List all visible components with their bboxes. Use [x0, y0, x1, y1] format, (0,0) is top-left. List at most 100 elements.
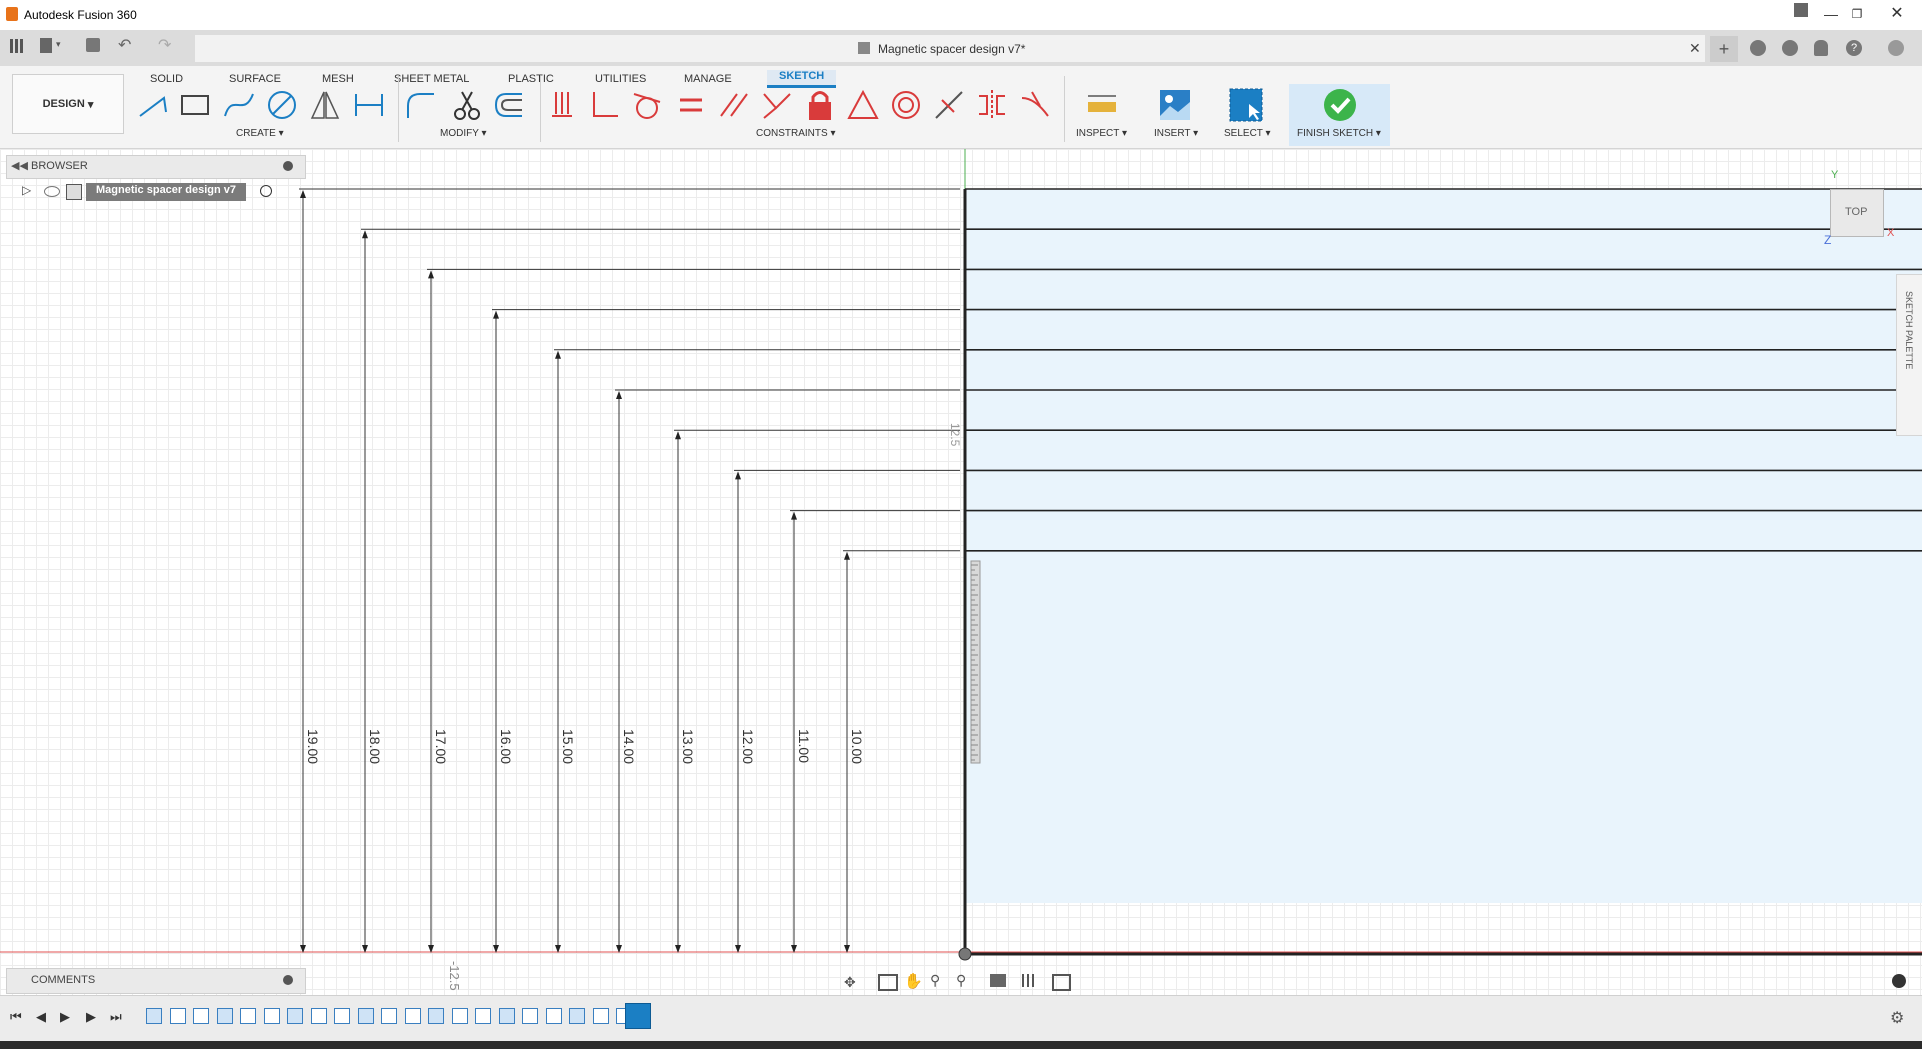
- coincident-icon[interactable]: [760, 88, 794, 122]
- timeline-feature-icon[interactable]: [193, 1008, 209, 1024]
- visibility-eye-icon[interactable]: [44, 186, 60, 197]
- tab-surface[interactable]: SURFACE: [229, 73, 281, 85]
- fillet-tool-icon[interactable]: [404, 88, 438, 122]
- tab-plastic[interactable]: PLASTIC: [508, 73, 554, 85]
- symmetry-icon[interactable]: [975, 88, 1009, 122]
- minimize-button[interactable]: —: [1820, 6, 1842, 22]
- trim-scissors-icon[interactable]: [450, 88, 484, 122]
- bottom-right-settings-icon[interactable]: [1892, 974, 1906, 988]
- measure-ruler-icon[interactable]: [1085, 88, 1119, 122]
- rectangle-tool-icon[interactable]: [178, 88, 212, 122]
- tangent-icon[interactable]: [630, 88, 664, 122]
- timeline-feature-icon[interactable]: [592, 1008, 609, 1024]
- timeline-feature-icon[interactable]: [522, 1008, 538, 1024]
- mirror-tool-icon[interactable]: [308, 88, 342, 122]
- browser-panel-header[interactable]: ◀◀ BROWSER: [6, 155, 306, 179]
- midpoint-icon[interactable]: [932, 88, 966, 122]
- parallel-icon[interactable]: [717, 88, 751, 122]
- timeline-feature-icon[interactable]: [146, 1008, 162, 1024]
- insert-image-icon[interactable]: [1158, 88, 1192, 122]
- grid-settings-icon[interactable]: [1022, 974, 1037, 987]
- timeline-feature-icon[interactable]: [240, 1008, 256, 1024]
- redo-icon[interactable]: ↷: [158, 35, 171, 55]
- inspect-group-label[interactable]: INSPECT ▾: [1076, 128, 1127, 139]
- sketch-canvas[interactable]: 19.00 18.00 17.00 16.00 15.00 14.00 13.00 12.00…: [0, 149, 1922, 995]
- help-icon[interactable]: ?: [1846, 40, 1862, 56]
- offset-tool-icon[interactable]: [492, 88, 526, 122]
- finish-sketch-button[interactable]: FINISH SKETCH ▾: [1289, 84, 1390, 146]
- extensions-icon[interactable]: [1750, 40, 1766, 56]
- account-icon[interactable]: [1794, 3, 1808, 17]
- tab-sketch[interactable]: SKETCH: [767, 70, 837, 88]
- save-icon[interactable]: [86, 38, 100, 52]
- zoom-icon[interactable]: ⚲: [930, 972, 940, 989]
- timeline-feature-icon[interactable]: [169, 1008, 186, 1024]
- line-tool-icon[interactable]: [136, 88, 170, 122]
- display-settings-icon[interactable]: [990, 974, 1006, 987]
- select-cursor-icon[interactable]: [1229, 88, 1263, 122]
- timeline-feature-icon[interactable]: [569, 1008, 585, 1024]
- timeline-feature-icon[interactable]: [287, 1008, 303, 1024]
- lock-icon[interactable]: [803, 88, 837, 122]
- settings-gear-icon[interactable]: ⚙: [1890, 1008, 1904, 1028]
- fit-icon[interactable]: ⚲: [956, 972, 966, 989]
- fix-constraint-icon[interactable]: [546, 88, 580, 122]
- sketch-geometry[interactable]: [0, 149, 1922, 995]
- select-group-label[interactable]: SELECT ▾: [1224, 128, 1271, 139]
- spline-tool-icon[interactable]: [222, 88, 256, 122]
- origin-point[interactable]: [958, 947, 972, 961]
- activate-radio-icon[interactable]: [260, 185, 272, 197]
- chevron-down-icon[interactable]: ▾: [56, 39, 61, 50]
- timeline-feature-icon[interactable]: [310, 1008, 327, 1024]
- sketch-palette-tab[interactable]: SKETCH PALETTE: [1896, 274, 1922, 436]
- browser-options-icon[interactable]: [283, 161, 293, 171]
- timeline-feature-icon[interactable]: [263, 1008, 280, 1024]
- timeline-feature-icon[interactable]: [451, 1008, 468, 1024]
- concentric-icon[interactable]: [889, 88, 923, 122]
- perpendicular-icon[interactable]: [588, 88, 622, 122]
- equal-icon[interactable]: [674, 88, 708, 122]
- create-group-label[interactable]: CREATE ▾: [236, 128, 284, 139]
- dimension-value[interactable]: 11.00: [796, 729, 812, 763]
- timeline-prev-icon[interactable]: ◀: [36, 1009, 46, 1025]
- circle-tool-icon[interactable]: [265, 88, 299, 122]
- tab-sheet-metal[interactable]: SHEET METAL: [394, 73, 469, 85]
- new-tab-button[interactable]: +: [1710, 36, 1738, 62]
- tab-utilities[interactable]: UTILITIES: [595, 73, 646, 85]
- file-menu-icon[interactable]: [40, 38, 52, 53]
- curvature-icon[interactable]: [1018, 88, 1052, 122]
- collapse-browser-icon[interactable]: ◀◀: [11, 159, 28, 172]
- data-panel-grid-icon[interactable]: [10, 39, 24, 53]
- tab-manage[interactable]: MANAGE: [684, 73, 732, 85]
- dimension-value[interactable]: 15.00: [560, 729, 576, 764]
- constraints-group-label[interactable]: CONSTRAINTS ▾: [756, 128, 835, 139]
- timeline-feature-icon[interactable]: [428, 1008, 444, 1024]
- orbit-icon[interactable]: ✥: [844, 974, 856, 991]
- restore-button[interactable]: ❐: [1846, 6, 1868, 22]
- expand-triangle-icon[interactable]: ▷: [22, 183, 31, 197]
- triangle-icon[interactable]: [846, 88, 880, 122]
- job-status-icon[interactable]: [1782, 40, 1798, 56]
- undo-icon[interactable]: ↶: [118, 35, 131, 55]
- timeline-start-icon[interactable]: ⏮: [10, 1009, 22, 1025]
- close-window-button[interactable]: ✕: [1886, 5, 1908, 23]
- dimension-value[interactable]: 17.00: [433, 729, 449, 764]
- dimension-value[interactable]: 10.00: [849, 729, 865, 764]
- tab-solid[interactable]: SOLID: [150, 73, 183, 85]
- timeline-play-icon[interactable]: ▶: [60, 1009, 70, 1025]
- timeline-end-icon[interactable]: ⏭: [110, 1009, 122, 1025]
- document-tab[interactable]: Magnetic spacer design v7* ✕: [195, 35, 1705, 62]
- look-at-icon[interactable]: [878, 974, 898, 991]
- timeline-feature-icon[interactable]: [475, 1008, 491, 1024]
- notifications-bell-icon[interactable]: [1814, 40, 1828, 56]
- timeline-feature-icon[interactable]: [381, 1008, 397, 1024]
- timeline-next-icon[interactable]: ▶: [86, 1009, 96, 1025]
- timeline-feature-icon[interactable]: [404, 1008, 421, 1024]
- modify-group-label[interactable]: MODIFY ▾: [440, 128, 487, 139]
- timeline-feature-icon[interactable]: [216, 1008, 233, 1024]
- user-avatar[interactable]: [1888, 40, 1904, 56]
- dimension-lines[interactable]: [299, 188, 960, 953]
- dimension-tool-icon[interactable]: [352, 88, 386, 122]
- browser-root-item[interactable]: ▷ Magnetic spacer design v7: [20, 182, 292, 202]
- dimension-value[interactable]: 16.00: [498, 729, 514, 764]
